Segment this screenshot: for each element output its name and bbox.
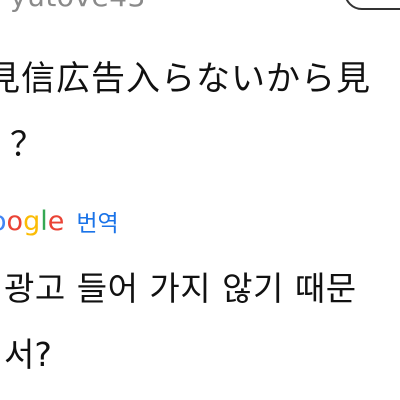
tweet-translated-text-line-1: 광고 들어 가지 않기 때문 [4, 269, 357, 308]
tweet-original-text-line-2: ？ [10, 125, 44, 165]
google-logo-letter-2: o [6, 205, 24, 237]
google-logo-letter-5: e [47, 205, 65, 237]
follow-button[interactable] [344, 0, 400, 10]
google-logo: oogle [0, 206, 64, 237]
tweet-translated-text-line-2: 서? [4, 335, 52, 374]
tweet-original-text-line-1: 見信広告入らないから見 [0, 59, 371, 99]
google-logo-letter-4: l [40, 205, 48, 237]
tweet-detail-view: yutove43 見信広告入らないから見 ？ oogle 번역 광고 들어 가지… [0, 0, 400, 400]
translation-attribution: oogle 번역 [0, 203, 119, 239]
author-handle[interactable]: yutove43 [10, 0, 146, 13]
google-logo-letter-3: g [23, 205, 41, 237]
translate-link[interactable]: 번역 [76, 204, 118, 238]
